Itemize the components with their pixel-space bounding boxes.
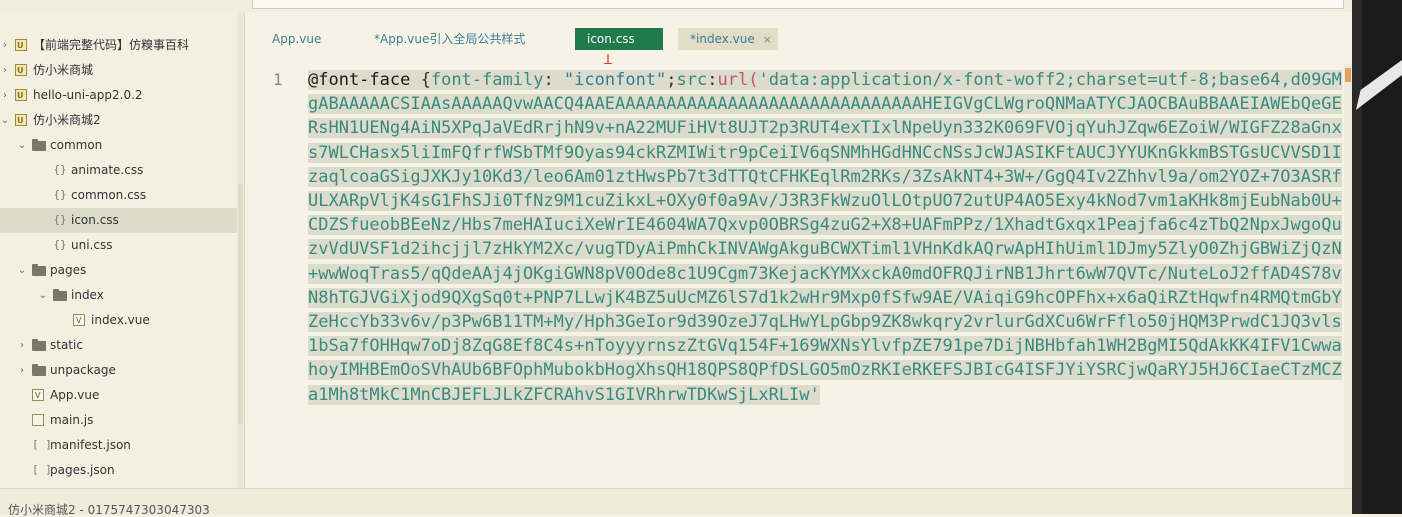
sidebar-item[interactable]: main.js xyxy=(0,408,237,433)
sidebar-item[interactable]: {} common.css xyxy=(0,183,237,208)
chevron-down-icon[interactable]: ⌄ xyxy=(38,283,48,308)
json-file-icon: [ ] xyxy=(32,438,52,451)
sidebar-item-label: common.css xyxy=(71,188,147,202)
tab-label: *App.vue引入全局公共样式 xyxy=(374,32,526,46)
code-function: url( xyxy=(717,70,759,90)
folder-icon xyxy=(32,264,46,276)
status-text: 仿小米商城2 - 0175747303047303 xyxy=(8,503,210,517)
sidebar-item[interactable]: › hello-uni-app2.0.2 xyxy=(0,83,237,108)
sidebar-item[interactable]: ⌄ 仿小米商城2 xyxy=(0,108,237,133)
editor-tab-bar: App.vue *App.vue引入全局公共样式 icon.css *index… xyxy=(245,12,1352,64)
tab-label: App.vue xyxy=(272,32,322,46)
code-semicolon: ; xyxy=(666,70,677,90)
sidebar-item-label: manifest.json xyxy=(50,438,131,452)
sidebar-item[interactable]: App.vue xyxy=(0,383,237,408)
sidebar-item-label: index xyxy=(71,288,104,302)
project-icon xyxy=(15,83,27,108)
sidebar-item[interactable]: › static xyxy=(0,333,237,358)
chevron-right-icon[interactable]: › xyxy=(17,333,27,358)
js-file-icon xyxy=(32,414,44,426)
code-data-uri: 'data:application/x-font-woff2;charset=u… xyxy=(308,70,1342,405)
sidebar-item[interactable]: {} uni.css xyxy=(0,233,237,258)
sidebar-item-label: 仿小米商城 xyxy=(33,63,94,77)
sidebar-item[interactable]: ⌄ pages xyxy=(0,258,237,283)
css-file-icon: {} xyxy=(53,188,67,201)
editor-scrollbar[interactable] xyxy=(1344,64,1352,488)
sidebar-item-label: 【前端完整代码】仿糗事百科 xyxy=(33,38,190,52)
address-input[interactable] xyxy=(252,0,1344,9)
json-file-icon: [ ] xyxy=(32,463,52,476)
tab-index-vue[interactable]: *index.vue × xyxy=(678,28,778,50)
sidebar-item[interactable]: [ ] manifest.json xyxy=(0,433,237,458)
project-icon xyxy=(15,58,27,83)
sidebar-item[interactable]: › 【前端完整代码】仿糗事百科 xyxy=(0,33,237,58)
sidebar-item-label: animate.css xyxy=(71,163,144,177)
desktop-edge-strip xyxy=(1352,0,1362,514)
sidebar-item-label: index.vue xyxy=(91,313,150,327)
sidebar-item[interactable]: {} animate.css xyxy=(0,158,237,183)
sidebar-item[interactable]: {} icon.css xyxy=(0,208,237,233)
code-at-rule: @font-face xyxy=(308,70,411,90)
css-file-icon: {} xyxy=(53,213,67,226)
sidebar-item-label: main.js xyxy=(50,413,94,427)
chevron-right-icon[interactable]: › xyxy=(17,358,27,383)
close-icon[interactable]: × xyxy=(763,33,772,46)
folder-icon xyxy=(53,289,67,301)
sidebar-item[interactable]: index.vue xyxy=(0,308,237,333)
sidebar-scrollbar[interactable] xyxy=(237,12,244,488)
sidebar-item-label: unpackage xyxy=(50,363,116,377)
tab-label: *index.vue xyxy=(690,32,755,46)
sidebar-item-label: 仿小米商城2 xyxy=(33,113,101,127)
tab-app-vue-modified[interactable]: *App.vue引入全局公共样式 xyxy=(362,28,537,50)
sidebar-item[interactable]: › 仿小米商城 xyxy=(0,58,237,83)
vue-file-icon xyxy=(73,308,85,333)
sidebar-item[interactable]: [ ] pages.json xyxy=(0,458,237,483)
code-brace: { xyxy=(410,70,431,90)
css-file-icon: {} xyxy=(53,163,67,176)
vue-file-icon xyxy=(32,383,44,408)
sidebar-item[interactable]: › unpackage xyxy=(0,358,237,383)
sidebar-item[interactable]: ⌄ index xyxy=(0,283,237,308)
sidebar-item-label: static xyxy=(50,338,83,352)
code-colon: : xyxy=(543,70,564,90)
desktop-edge-shape xyxy=(1356,60,1402,110)
sidebar-item-label: icon.css xyxy=(71,213,119,227)
chevron-down-icon[interactable]: ⌄ xyxy=(0,108,10,133)
chevron-right-icon[interactable]: › xyxy=(0,83,10,108)
tab-label: icon.css xyxy=(587,32,635,46)
sidebar-item-label: App.vue xyxy=(50,388,100,402)
project-icon xyxy=(15,33,27,58)
project-icon xyxy=(15,108,27,133)
code-content[interactable]: @font-face {font-family: "iconfont";src:… xyxy=(308,68,1344,407)
sidebar-item-label: hello-uni-app2.0.2 xyxy=(33,88,143,102)
code-colon: : xyxy=(707,70,718,90)
tab-app-vue[interactable]: App.vue xyxy=(260,28,333,50)
css-file-icon: {} xyxy=(53,238,67,251)
folder-icon xyxy=(32,364,46,376)
tab-icon-css[interactable]: icon.css xyxy=(575,28,663,50)
desktop-edge xyxy=(1352,0,1402,514)
code-property: src xyxy=(676,70,708,90)
code-property: font-family xyxy=(430,70,544,90)
code-selection: @font-face {font-family: "iconfont";src:… xyxy=(308,70,1342,405)
chevron-down-icon[interactable]: ⌄ xyxy=(17,133,27,158)
line-number: 1 xyxy=(273,70,283,89)
sidebar-scrollbar-thumb[interactable] xyxy=(238,184,243,424)
sidebar-item[interactable]: ⌄ common xyxy=(0,133,237,158)
folder-icon xyxy=(32,339,46,351)
chevron-down-icon[interactable]: ⌄ xyxy=(17,258,27,283)
editor-scrollbar-thumb[interactable] xyxy=(1345,68,1351,82)
code-string: "iconfont" xyxy=(563,70,667,90)
project-explorer: › 【前端完整代码】仿糗事百科 › 仿小米商城 › hello-uni-app2.0.2 ⌄… xyxy=(0,12,245,488)
chevron-right-icon[interactable]: › xyxy=(0,33,10,58)
sidebar-item-label: uni.css xyxy=(71,238,113,252)
sidebar-item-label: pages.json xyxy=(50,463,115,477)
folder-icon xyxy=(32,139,46,151)
sidebar-item-label: pages xyxy=(50,263,87,277)
status-bar: 仿小米商城2 - 0175747303047303 xyxy=(0,488,1352,517)
line-gutter: 1 xyxy=(245,64,303,488)
chevron-right-icon[interactable]: › xyxy=(0,58,10,83)
code-editor[interactable]: 1 @font-face {font-family: "iconfont";sr… xyxy=(245,64,1352,488)
sidebar-item-label: common xyxy=(50,138,103,152)
